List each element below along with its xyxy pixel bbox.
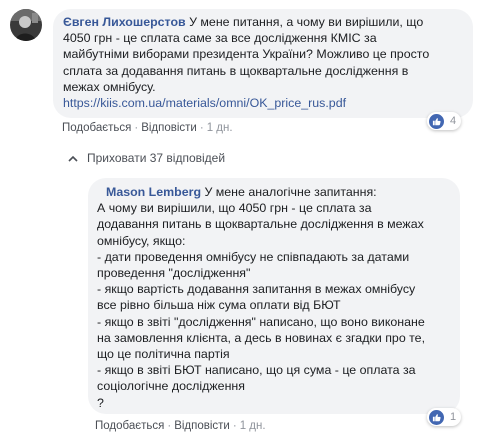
comment-actions: Подобається · Відповісти · 1 дн. — [95, 420, 266, 432]
like-icon — [429, 113, 444, 129]
comment-text-line: омнібусу, якщо: — [97, 233, 186, 248]
comment-text-line: все рівно більша ніж сума оплати від БЮТ — [97, 298, 341, 313]
comment-text-line: У мене аналогічне запитання: — [201, 185, 377, 199]
comment-text-line: ? — [97, 395, 104, 410]
like-icon — [429, 409, 444, 425]
comment-actions: Подобається · Відповісти · 1 дн. — [62, 122, 233, 134]
comment-bubble: Євген Лихошерстов У мене питання, а чому… — [53, 9, 473, 118]
comment-text-line: 4050 грн - це сплата саме за все дослідж… — [63, 31, 377, 46]
comment-text-line: - якщо в звіті БЮТ написано, що ця сума … — [97, 363, 416, 378]
comment-author[interactable]: Євген Лихошерстов — [63, 15, 186, 29]
avatar[interactable] — [10, 9, 42, 41]
comment-text-line: А чому ви вирішили, що 4050 грн - це спл… — [97, 201, 372, 216]
timestamp[interactable]: 1 дн. — [240, 420, 266, 432]
comment-link[interactable]: https://kiis.com.ua/materials/omni/OK_pr… — [63, 95, 462, 111]
separator: · — [167, 420, 172, 432]
reply-link[interactable]: Відповісти — [141, 122, 197, 134]
comment-text-line: - якщо в звіті "дослідження" написано, щ… — [97, 314, 425, 329]
comment-text-line: - якщо вартість додавання запитання в ме… — [97, 282, 416, 297]
comment-bubble: Mason Lemberg У мене аналогічне запитанн… — [88, 178, 460, 414]
hide-replies-link[interactable]: Приховати 37 відповідей — [68, 151, 225, 165]
reaction-count: 1 — [450, 411, 457, 423]
comment-text-line: - дати проведення омнібусу не співпадают… — [97, 249, 410, 264]
separator: · — [199, 122, 204, 134]
reaction-count: 4 — [450, 115, 457, 127]
comment-text-line: додавання питань в щоквартальне дослідже… — [97, 217, 424, 232]
user-photo-icon — [10, 9, 42, 41]
comment-text-line: сплата за додавання питань в щоквартальн… — [63, 63, 409, 78]
comment-text-line: межах омнібусу. — [63, 79, 156, 94]
comment-text-line: майбутніми виборами президента України? … — [63, 47, 430, 62]
comment-text-line: на замовлення клієнта, а десь в новинах … — [97, 330, 426, 345]
like-link[interactable]: Подобається — [62, 122, 131, 134]
hide-replies-label: Приховати 37 відповідей — [87, 151, 226, 165]
comment-text-line: У мене питання, а чому ви вирішили, що — [185, 15, 424, 29]
comment-text-line: проведення "дослідження" — [97, 266, 251, 281]
comment-text-line: що це політична партія — [97, 347, 230, 362]
reply-link[interactable]: Відповісти — [174, 420, 230, 432]
timestamp[interactable]: 1 дн. — [207, 122, 233, 134]
reaction-summary[interactable]: 1 — [427, 408, 462, 426]
chevron-up-icon — [68, 155, 78, 162]
like-link[interactable]: Подобається — [95, 420, 164, 432]
comment-text-line: соціологічне дослідження — [97, 379, 245, 394]
reaction-summary[interactable]: 4 — [427, 112, 462, 130]
separator: · — [232, 420, 237, 432]
comment-author[interactable]: Mason Lemberg — [106, 185, 201, 199]
separator: · — [134, 122, 139, 134]
